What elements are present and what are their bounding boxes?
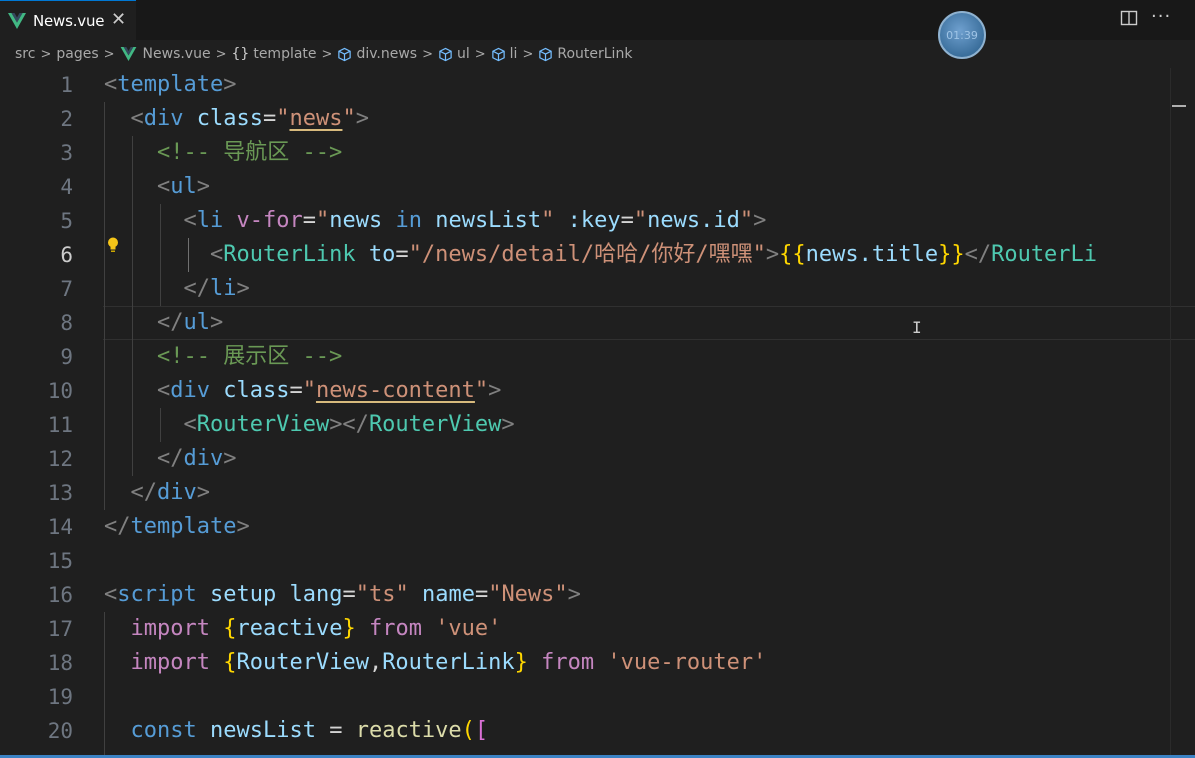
text-cursor-icon: I [912,318,922,337]
line-number: 19 [47,685,73,709]
code-text: <!-- 展示区 --> [156,344,343,369]
breadcrumb-separator: > [103,46,115,62]
code-text: <div class="news"> [130,106,369,131]
code-text: </template> [104,514,250,539]
code-line-3: 3 <!-- 导航区 --> [0,136,1195,170]
cube-icon [439,47,452,61]
code-text: <li v-for="news in newsList" :key="news.… [183,208,767,233]
vue-file-icon [120,47,136,61]
code-line-8: 8 </ul> [0,306,1195,340]
breadcrumb-separator: > [474,46,486,62]
code-text: </div> [130,480,211,505]
code-line-5: 5 <li v-for="news in newsList" :key="new… [0,204,1195,238]
code-line-14: 14 </template> [0,510,1195,544]
code-text: <script setup lang="ts" name="News"> [104,582,581,607]
breadcrumb-routerlink[interactable]: RouterLink [538,46,632,62]
tab-bar: News.vue ✕ ··· [0,0,1195,40]
line-number: 11 [47,413,73,437]
code-text: <RouterLink to="/news/detail/哈哈/你好/嘿嘿">{… [209,242,1098,267]
breadcrumb-ul[interactable]: ul [438,46,470,62]
split-editor-icon[interactable] [1120,9,1138,27]
breadcrumb-separator: > [321,46,333,62]
code-line-17: 17 import {reactive} from 'vue' [0,612,1195,646]
cube-icon [539,47,553,61]
line-number: 3 [60,141,73,165]
code-line-4: 4 <ul> [0,170,1195,204]
breadcrumb-div-news-label: div.news [356,46,418,62]
code-text: import {reactive} from 'vue' [130,616,502,641]
code-text: import {RouterView,RouterLink} from 'vue… [130,650,767,675]
code-editor[interactable]: 1 <template> 2 <div class="news"> 3 <!--… [0,68,1195,758]
code-text: <template> [104,72,237,97]
code-text: </li> [183,276,250,301]
breadcrumb-file-label: News.vue [142,46,211,62]
code-line-10: 10 <div class="news-content"> [0,374,1195,408]
breadcrumb-li[interactable]: li [491,46,518,62]
line-number-active: 6 [60,243,73,267]
line-number: 10 [47,379,73,403]
line-number: 4 [60,175,73,199]
cube-icon [491,47,505,61]
code-line-2: 2 <div class="news"> [0,102,1195,136]
line-number: 13 [47,481,73,505]
line-number: 20 [47,719,73,743]
breadcrumb-separator: > [40,46,52,62]
line-number: 18 [47,651,73,675]
line-number: 5 [60,209,73,233]
code-line-16: 16 <script setup lang="ts" name="News"> [0,578,1195,612]
vertical-scrollbar[interactable] [1170,68,1195,758]
breadcrumb-separator: > [215,46,227,62]
code-text: <RouterView></RouterView> [183,412,515,437]
line-number: 16 [47,583,73,607]
close-icon[interactable]: ✕ [111,9,126,30]
code-line-18: 18 import {RouterView,RouterLink} from '… [0,646,1195,680]
code-line-15: 15 [0,544,1195,578]
breadcrumb-file[interactable]: News.vue [120,46,211,62]
recording-timer[interactable]: 01:39 [938,11,986,59]
breadcrumb: src > pages > News.vue > {} template > d… [0,40,1195,68]
cube-icon [338,47,352,61]
code-text: </ul> [156,310,224,335]
breadcrumb-routerlink-label: RouterLink [557,46,633,62]
code-text: <div class="news-content"> [156,378,502,403]
breadcrumb-li-label: li [509,46,518,62]
code-line-1: 1 <template> [0,68,1195,102]
braces-icon: {} [231,46,250,62]
line-number: 1 [60,73,73,97]
breadcrumb-ul-label: ul [457,46,470,62]
breadcrumb-pages[interactable]: pages [56,46,98,62]
code-text: const newsList = reactive([ [130,718,489,743]
breadcrumb-separator: > [422,46,433,62]
code-line-6: 6 <RouterLink to="/news/detail/哈哈/你好/嘿嘿"… [0,238,1195,272]
line-number: 8 [60,311,73,335]
line-number: 9 [60,345,73,369]
tab-label: News.vue [33,12,105,30]
code-line-11: 11 <RouterView></RouterView> [0,408,1195,442]
line-number: 15 [47,549,73,573]
code-line-13: 13 </div> [0,476,1195,510]
line-number: 17 [47,617,73,641]
vue-file-icon [8,13,26,29]
code-line-20: 20 const newsList = reactive([ [0,714,1195,748]
code-line-7: 7 </li> [0,272,1195,306]
code-line-19: 19 [0,680,1195,714]
line-number: 14 [47,515,73,539]
breadcrumb-src[interactable]: src [15,46,35,62]
code-line-9: 9 <!-- 展示区 --> [0,340,1195,374]
code-text: </div> [156,446,237,471]
code-text: <!-- 导航区 --> [156,140,343,165]
code-line-12: 12 </div> [0,442,1195,476]
line-number: 12 [47,447,73,471]
breadcrumb-div-news[interactable]: div.news [337,46,417,62]
more-actions-icon[interactable]: ··· [1151,6,1171,27]
line-number: 2 [60,107,73,131]
breadcrumb-template[interactable]: {} template [232,46,317,62]
breadcrumb-template-label: template [253,46,317,62]
line-number: 7 [60,277,73,301]
tab-news-vue[interactable]: News.vue ✕ [0,0,136,40]
scroll-position-marker [1172,105,1186,107]
breadcrumb-separator: > [522,46,534,62]
code-text: <ul> [156,174,210,199]
